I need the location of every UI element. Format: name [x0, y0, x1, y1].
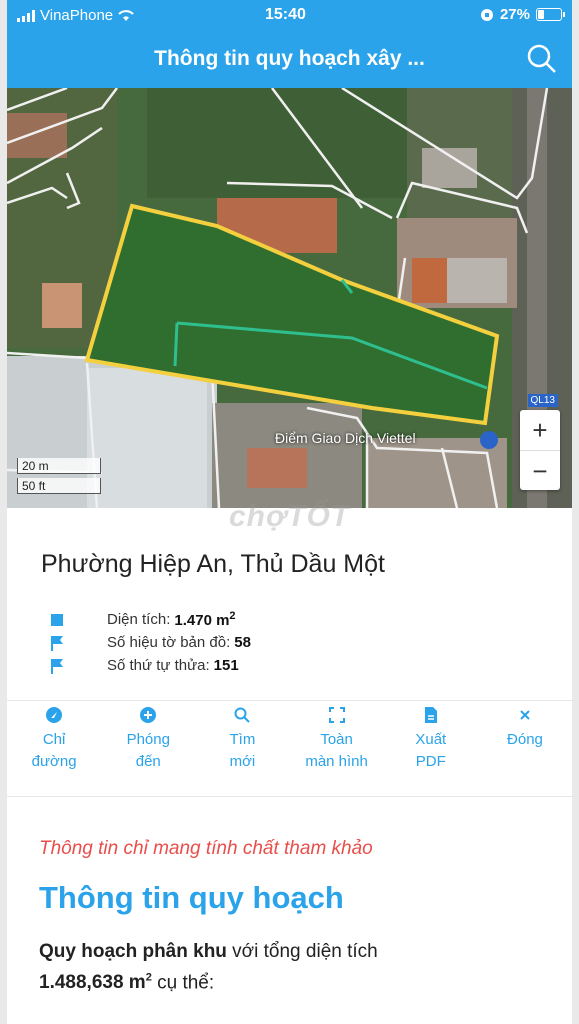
zoom-out-button[interactable]: −: [520, 451, 560, 491]
flag-icon: [49, 658, 65, 674]
desc-bold: Quy hoạch phân khu: [39, 941, 227, 962]
disclaimer-note: Thông tin chỉ mang tính chất tham khảo: [39, 838, 373, 859]
square-icon: [49, 612, 65, 628]
export-pdf-button[interactable]: Xuất PDF: [384, 706, 478, 790]
zoom-to-button[interactable]: Phóng đến: [101, 706, 195, 790]
pdf-icon: [422, 706, 440, 724]
sheet-value: 58: [234, 634, 251, 651]
directions-button[interactable]: Chỉ đường: [7, 706, 101, 790]
desc-rest: với tổng diện tích: [226, 941, 378, 962]
scale-imperial: 50 ft: [17, 478, 101, 494]
search-icon[interactable]: [526, 43, 558, 75]
new-search-button[interactable]: Tìm mới: [195, 706, 289, 790]
wifi-icon: [118, 9, 134, 21]
status-right: 27%: [480, 6, 565, 23]
flag-icon: [49, 635, 65, 651]
map-scale: 20 m 50 ft: [17, 458, 101, 498]
action-bar: Chỉ đường Phóng đến Tìm mới Toàn màn hìn…: [7, 706, 572, 790]
parcel-label: Số thứ tự thửa:: [107, 657, 210, 674]
poi-label[interactable]: Điểm Giao Dịch Viettel: [275, 430, 416, 446]
section-heading: Thông tin quy hoạch: [39, 880, 344, 915]
map-view[interactable]: 20 m 50 ft Điểm Giao Dịch Viettel QL13 +…: [7, 88, 572, 508]
clock: 15:40: [265, 6, 306, 23]
battery-icon: [536, 8, 565, 21]
road-tag: QL13: [527, 394, 558, 407]
place-name: Phường Hiệp An, Thủ Dầu Một: [41, 550, 385, 578]
fullscreen-button[interactable]: Toàn màn hình: [290, 706, 384, 790]
search-icon: [233, 706, 251, 724]
zoom-in-button[interactable]: +: [520, 410, 560, 451]
scale-metric: 20 m: [17, 458, 101, 474]
signal-icon: [17, 9, 35, 22]
area-label: Diện tích:: [107, 611, 171, 628]
parcel-value: 151: [213, 657, 239, 674]
desc-area: 1.488,638 m2: [39, 972, 152, 994]
status-bar: VinaPhone 15:40 27%: [7, 0, 572, 30]
watermark: chợTỐT: [229, 500, 351, 533]
page-title: Thông tin quy hoạch xây ...: [154, 47, 425, 70]
desc-tail: cụ thể:: [151, 972, 215, 994]
parcel-row: Số thứ tự thửa: 151: [49, 654, 251, 677]
carrier-group: VinaPhone: [17, 7, 134, 24]
planning-description: Quy hoạch phân khu với tổng diện tích 1.…: [39, 938, 539, 996]
parcel-info: Diện tích: 1.470 m2 Số hiệu tờ bản đồ: 5…: [49, 608, 251, 677]
area-row: Diện tích: 1.470 m2: [49, 608, 251, 631]
divider: [7, 700, 572, 701]
directions-icon: [45, 706, 63, 724]
fullscreen-icon: [328, 706, 346, 724]
app-frame: VinaPhone 15:40 27% Thông tin quy hoạch …: [7, 0, 572, 1024]
sheet-label: Số hiệu tờ bản đồ:: [107, 634, 231, 651]
zoom-to-icon: [139, 706, 157, 724]
area-value: 1.470 m2: [174, 610, 236, 629]
divider: [7, 796, 572, 797]
zoom-controls: + −: [520, 410, 560, 490]
carrier-name: VinaPhone: [40, 7, 114, 24]
close-icon: [516, 706, 534, 724]
close-button[interactable]: Đóng: [478, 706, 572, 790]
battery-percent: 27%: [499, 6, 530, 23]
sheet-row: Số hiệu tờ bản đồ: 58: [49, 631, 251, 654]
nav-bar: Thông tin quy hoạch xây ...: [7, 30, 572, 88]
orientation-lock-icon: [480, 8, 493, 21]
